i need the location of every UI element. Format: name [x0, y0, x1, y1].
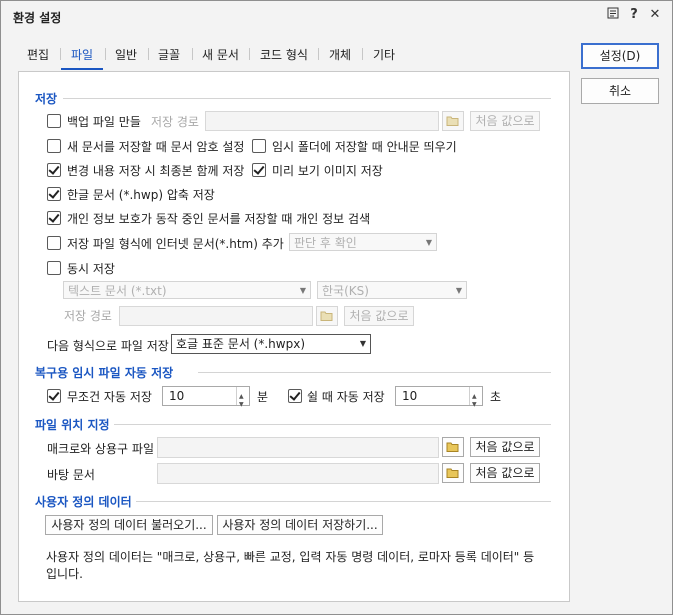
always-autosave-value: 10: [169, 389, 185, 403]
spin-down-icon[interactable]: ▼: [239, 396, 244, 414]
tab-separator: [192, 48, 193, 60]
simultaneous-save-checkbox[interactable]: [47, 261, 61, 275]
preview-checkbox[interactable]: [252, 163, 266, 177]
settings-dialog: 환경 설정 ? ✕ 편집 파일 일반 글꼴 새 문서 코드 형식 개체 기타 설…: [0, 0, 673, 615]
htm-checkbox[interactable]: [47, 236, 61, 250]
macro-default-button[interactable]: 처음 값으로: [470, 437, 540, 457]
chevron-down-icon: ▼: [455, 286, 462, 295]
always-autosave-unit: 분: [257, 390, 269, 404]
backup-checkbox[interactable]: [47, 114, 61, 128]
user-data-note: 사용자 정의 데이터는 "매크로, 상용구, 빠른 교정, 입력 자동 명령 데…: [46, 550, 535, 581]
idle-autosave-unit: 초: [490, 390, 502, 404]
compress-checkbox[interactable]: [47, 187, 61, 201]
macro-path-field[interactable]: [157, 437, 439, 458]
background-doc-default-button[interactable]: 처음 값으로: [470, 463, 540, 483]
backup-default-button: 처음 값으로: [470, 111, 540, 131]
tab-separator: [318, 48, 319, 60]
spin-down-icon[interactable]: ▼: [472, 396, 477, 414]
background-doc-field[interactable]: [157, 463, 439, 484]
section-divider: [114, 424, 551, 425]
backup-path-field: [205, 111, 439, 131]
tab-etc[interactable]: 기타: [373, 46, 395, 63]
tab-separator: [249, 48, 250, 60]
history-label: 변경 내용 저장 시 최종본 함께 저장: [67, 164, 245, 178]
encrypt-checkbox[interactable]: [47, 139, 61, 153]
section-title-user-data: 사용자 정의 데이터: [35, 495, 132, 509]
section-title-save: 저장: [35, 92, 58, 106]
spin-arrows[interactable]: ▲ ▼: [236, 387, 249, 408]
dialog-title: 환경 설정: [13, 11, 62, 25]
title-bar: 환경 설정 ? ✕: [1, 1, 672, 31]
background-doc-label: 바탕 문서: [47, 468, 95, 482]
chevron-down-icon: ▼: [425, 238, 432, 247]
tab-file[interactable]: 파일: [71, 46, 93, 63]
simultaneous-format-select: 텍스트 문서 (*.txt) ▼: [63, 281, 311, 299]
simultaneous-encoding-select: 한국(KS) ▼: [317, 281, 467, 299]
macro-path-label: 매크로와 상용구 파일: [47, 442, 154, 456]
idle-autosave-checkbox[interactable]: [288, 389, 302, 403]
active-tab-indicator: [61, 68, 103, 70]
htm-option-value: 판단 후 확인: [294, 236, 357, 250]
ok-button[interactable]: 설정(D): [581, 43, 659, 69]
simultaneous-path-field: [119, 306, 313, 326]
always-autosave-checkbox[interactable]: [47, 389, 61, 403]
privacy-label: 개인 정보 보호가 동작 중인 문서를 저장할 때 개인 정보 검색: [67, 212, 371, 226]
save-as-format-value: 호글 표준 문서 (*.hwpx): [176, 337, 306, 351]
folder-browse-button[interactable]: [442, 463, 464, 483]
section-divider: [63, 98, 551, 99]
save-as-format-select[interactable]: 호글 표준 문서 (*.hwpx) ▼: [171, 334, 371, 354]
close-icon[interactable]: ✕: [647, 7, 663, 23]
idle-autosave-label: 쉴 때 자동 저장: [307, 390, 385, 404]
compress-label: 한글 문서 (*.hwp) 압축 저장: [67, 188, 215, 202]
folder-browse-button: [316, 306, 338, 326]
privacy-checkbox[interactable]: [47, 211, 61, 225]
tab-separator: [362, 48, 363, 60]
backup-label: 백업 파일 만들: [67, 115, 141, 129]
tab-separator: [148, 48, 149, 60]
tab-general[interactable]: 일반: [115, 46, 137, 63]
folder-browse-button: [442, 111, 464, 131]
simultaneous-default-button: 처음 값으로: [344, 306, 414, 326]
section-divider: [136, 501, 551, 502]
tab-separator: [105, 48, 106, 60]
folder-browse-button[interactable]: [442, 437, 464, 457]
cancel-button[interactable]: 취소: [581, 78, 659, 104]
tab-edit[interactable]: 편집: [27, 46, 49, 63]
temp-notice-label: 임시 폴더에 저장할 때 안내문 띄우기: [272, 140, 457, 154]
section-divider: [198, 372, 551, 373]
tab-font[interactable]: 글꼴: [158, 46, 180, 63]
encrypt-label: 새 문서를 저장할 때 문서 암호 설정: [67, 140, 245, 154]
preview-label: 미리 보기 이미지 저장: [272, 164, 383, 178]
save-user-data-button[interactable]: 사용자 정의 데이터 저장하기...: [217, 515, 383, 535]
tab-separator: [60, 48, 61, 60]
save-path-label: 저장 경로: [151, 115, 199, 129]
htm-label: 저장 파일 형식에 인터넷 문서(*.htm) 추가: [67, 237, 284, 251]
simultaneous-save-label: 동시 저장: [67, 262, 115, 276]
always-autosave-interval[interactable]: 10 ▲ ▼: [162, 386, 250, 408]
save-as-label: 다음 형식으로 파일 저장: [47, 339, 169, 353]
simultaneous-format-value: 텍스트 문서 (*.txt): [68, 284, 167, 298]
section-title-autosave: 복구용 임시 파일 자동 저장: [35, 366, 174, 380]
idle-autosave-interval[interactable]: 10 ▲ ▼: [395, 386, 483, 408]
help-icon[interactable]: ?: [626, 7, 642, 23]
spin-arrows[interactable]: ▲ ▼: [469, 387, 482, 408]
tab-object[interactable]: 개체: [329, 46, 351, 63]
simultaneous-path-label: 저장 경로: [64, 309, 112, 323]
htm-option-select: 판단 후 확인 ▼: [289, 233, 437, 251]
idle-autosave-value: 10: [402, 389, 418, 403]
section-title-file-location: 파일 위치 지정: [35, 418, 110, 432]
tab-code-format[interactable]: 코드 형식: [260, 46, 308, 63]
temp-notice-checkbox[interactable]: [252, 139, 266, 153]
chevron-down-icon: ▼: [299, 286, 306, 295]
tab-new-document[interactable]: 새 문서: [202, 46, 239, 63]
always-autosave-label: 무조건 자동 저장: [67, 390, 152, 404]
layout-icon[interactable]: [605, 7, 621, 23]
load-user-data-button[interactable]: 사용자 정의 데이터 불러오기...: [45, 515, 213, 535]
chevron-down-icon: ▼: [359, 339, 366, 348]
history-checkbox[interactable]: [47, 163, 61, 177]
simultaneous-encoding-value: 한국(KS): [322, 284, 369, 298]
